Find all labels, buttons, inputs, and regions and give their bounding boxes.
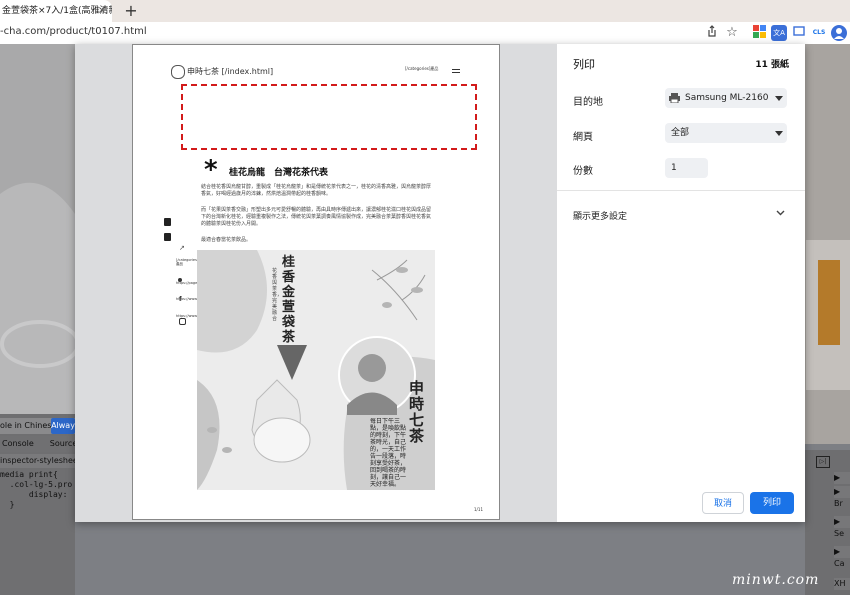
pages-select[interactable]: 全部 [665, 123, 787, 143]
pages-value: 全部 [671, 128, 690, 138]
translate-icon[interactable]: 文A [771, 25, 787, 41]
logo-text: 申時七茶 [/index.html] [187, 67, 274, 76]
share-small-icon: ↗ [179, 244, 185, 252]
code-line: } [0, 500, 15, 509]
chevron-down-icon [775, 96, 783, 101]
print-settings [557, 44, 805, 522]
destination-value: Samsung ML-2160 Se [685, 93, 771, 103]
asterisk-mark: * [204, 155, 218, 185]
code-line: display: [0, 490, 68, 499]
product-heading: 桂花烏龍 台灣花茶代表 [229, 168, 329, 178]
code-line: .col-lg-5.pro [0, 480, 73, 489]
instagram-icon [179, 318, 186, 325]
always-match-button[interactable]: Alway [51, 418, 75, 434]
devtools-section[interactable]: ▶ Se [834, 516, 850, 538]
hidden-element-outline [181, 84, 477, 150]
product-box-image [818, 260, 840, 345]
print-button[interactable]: 列印 [750, 492, 794, 514]
divider [557, 190, 805, 191]
devtools-section[interactable]: ▶ Br [834, 486, 850, 508]
code-line: media print{ [0, 470, 58, 479]
pages-label: 網頁 [573, 132, 593, 143]
cart-icon [164, 233, 171, 241]
chevron-down-icon[interactable] [776, 210, 785, 216]
chevron-down-icon [775, 131, 783, 136]
more-settings-toggle[interactable]: 顯示更多設定 [573, 209, 627, 222]
share-icon[interactable] [704, 25, 720, 41]
extension-icon[interactable] [751, 25, 767, 41]
poster-poem: 每日下午三點，是喚飲點的時刻，下午茶時光，自己的，一天工作告一段落，時刻享受好茶… [370, 418, 406, 488]
poster-brand: 申時七茶 [409, 379, 425, 445]
product-description: 最適合春當花茶飲品。 [201, 237, 252, 243]
destination-select[interactable]: Samsung ML-2160 Se [665, 88, 787, 108]
tab-close-icon[interactable]: × [95, 4, 109, 18]
destination-label: 目的地 [573, 97, 603, 108]
page-number: 1/11 [474, 507, 483, 512]
logo-icon [171, 65, 185, 79]
printer-icon [669, 93, 680, 103]
sheet-count: 11 張紙 [755, 60, 789, 70]
menu-icon [452, 69, 460, 70]
cls-icon[interactable]: CLS [811, 25, 827, 41]
bookmark-icon[interactable] [791, 25, 807, 41]
cancel-button[interactable]: 取消 [702, 492, 744, 514]
css-code[interactable]: media print{ .col-lg-5.pro display: } [0, 470, 75, 510]
devtools-section[interactable]: ▶ Ca [834, 546, 850, 568]
star-icon[interactable]: ☆ [724, 25, 740, 41]
new-tab-button[interactable]: + [122, 2, 140, 20]
product-description: 而「花果與茶香交融」形塑出多元可愛舒暢的體驗，再由具時序傳遞出來，讓濃郁桂花滋口… [201, 207, 432, 227]
devtools-section[interactable]: XH [834, 578, 850, 590]
copies-value: 1 [671, 163, 677, 173]
product-description: 結合桂花香與烏龍甘醇，重製成「桂花烏龍茶」和是傳統花茶代表之一，桂花的清香高雅，… [201, 184, 432, 197]
devtools-tabs: Console Sources [0, 436, 81, 452]
profile-icon[interactable] [831, 25, 847, 41]
side-link: [/categories] 產品 [176, 258, 199, 266]
tab-console[interactable]: Console [2, 439, 34, 448]
stylesheet-name[interactable]: inspector-stylesheet* [0, 454, 85, 468]
dialog-title: 列印 [573, 58, 595, 71]
bag-icon [164, 218, 171, 226]
devtools-section[interactable]: ▶ W [834, 472, 850, 494]
copies-input[interactable]: 1 [665, 158, 708, 178]
step-icon[interactable]: ▷| [816, 456, 830, 468]
address-bar[interactable]: -cha.com/product/t0107.html [0, 26, 147, 37]
copies-label: 份數 [573, 166, 593, 177]
background-page-left [0, 44, 80, 424]
nav-link: [/categories]產品 [405, 66, 439, 71]
watermark: minwt.com [732, 572, 820, 588]
poster-title: 桂香金萱袋茶 [282, 255, 296, 345]
poster-subtitle: 花香與茶香，完美融合 [272, 268, 283, 322]
